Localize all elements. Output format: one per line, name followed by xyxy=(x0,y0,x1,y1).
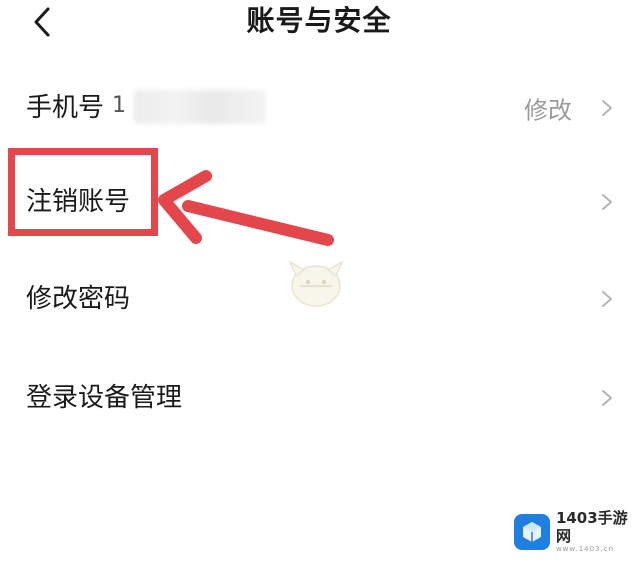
chevron-right-icon xyxy=(602,390,612,406)
settings-row-phone[interactable]: 手机号 1 修改 xyxy=(0,58,638,158)
row-label-deactivate-account: 注销账号 xyxy=(26,187,131,217)
settings-row-deactivate-account[interactable]: 注销账号 xyxy=(0,152,638,252)
chevron-right-icon xyxy=(602,194,612,210)
row-label-phone: 手机号 xyxy=(26,93,105,123)
phone-number-partial: 1 xyxy=(112,93,126,118)
site-url: www.1403.cn xyxy=(555,545,615,553)
settings-row-login-devices[interactable]: 登录设备管理 xyxy=(0,348,638,448)
site-logo-icon xyxy=(514,513,550,550)
row-label-change-password: 修改密码 xyxy=(26,284,131,314)
site-watermark: 1403手游网 www.1403.cn xyxy=(514,509,638,554)
cube-icon xyxy=(522,521,541,542)
settings-row-change-password[interactable]: 修改密码 xyxy=(0,249,638,349)
page-title: 账号与安全 xyxy=(246,4,392,37)
chevron-right-icon xyxy=(602,100,612,116)
chevron-right-icon xyxy=(602,291,612,307)
row-label-login-devices: 登录设备管理 xyxy=(26,383,183,413)
row-value-modify: 修改 xyxy=(524,96,572,125)
phone-number-blur xyxy=(134,90,266,124)
top-bar: 账号与安全 xyxy=(0,0,638,46)
site-name: 1403手游网 xyxy=(555,509,628,545)
